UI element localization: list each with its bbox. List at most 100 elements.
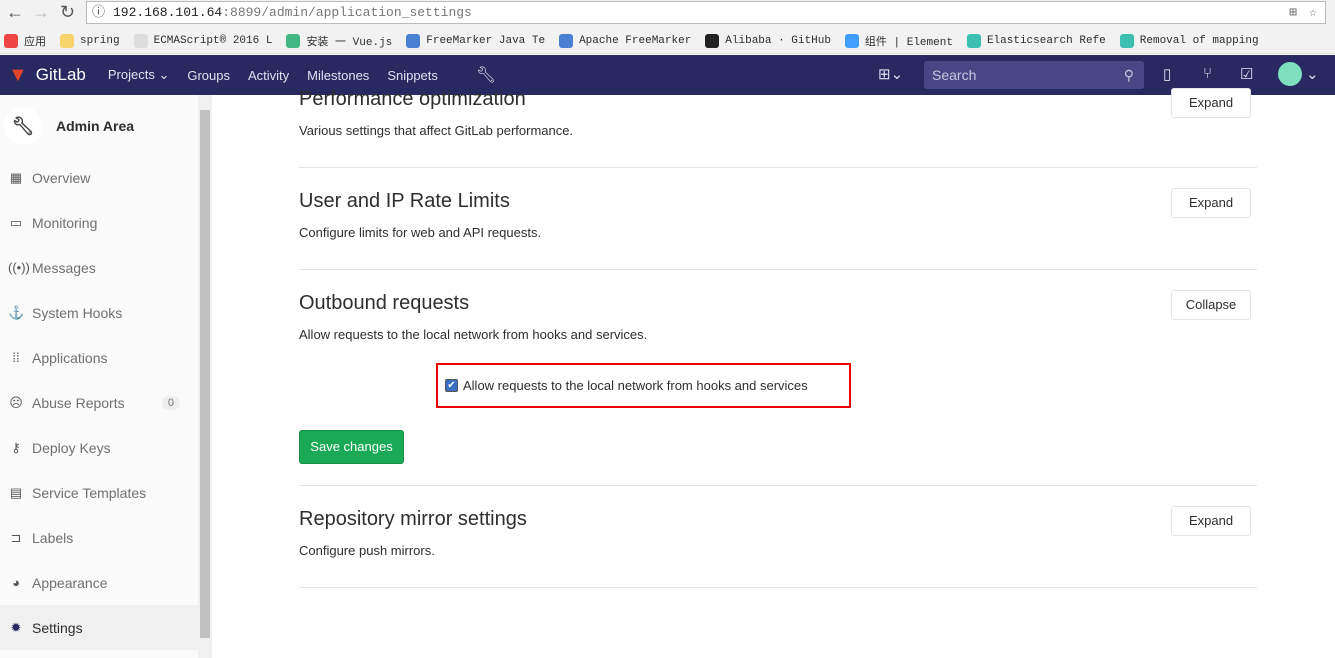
bookmark-item[interactable]: Apache FreeMarker xyxy=(559,33,691,48)
sidebar-item-label: Service Templates xyxy=(32,484,147,501)
section-desc: Configure push mirrors. xyxy=(299,543,435,558)
bookmark-item[interactable]: Removal of mapping xyxy=(1119,33,1259,48)
user-avatar[interactable] xyxy=(1278,62,1302,86)
bookmark-item[interactable]: spring xyxy=(60,33,120,48)
gitlab-logo[interactable]: ▼ GitLab xyxy=(8,64,86,87)
sidebar-item-label: Applications xyxy=(32,349,108,366)
expand-button[interactable]: Expand xyxy=(1171,506,1251,536)
allow-local-requests-checkbox[interactable]: ✔ xyxy=(445,379,458,392)
expand-button[interactable]: Expand xyxy=(1171,188,1251,218)
nav-snippets[interactable]: Snippets xyxy=(387,68,438,83)
sidebar-item-deploy-keys[interactable]: ⚷ Deploy Keys xyxy=(0,425,198,470)
bookmark-item[interactable]: Elasticsearch Refe xyxy=(966,33,1106,48)
merge-requests-icon[interactable]: ⑂ xyxy=(1203,65,1212,82)
sidebar-item-label: Overview xyxy=(32,169,91,186)
overview-icon: ▦ xyxy=(9,169,23,185)
checkbox-label[interactable]: Allow requests to the local network from… xyxy=(463,378,808,393)
bookmark-item[interactable]: 应用 xyxy=(4,33,46,49)
bookmark-label: spring xyxy=(80,34,120,47)
sidebar-item-messages[interactable]: ((•)) Messages xyxy=(0,245,198,290)
section-title: Outbound requests xyxy=(299,292,470,314)
bookmark-item[interactable]: FreeMarker Java Te xyxy=(406,33,546,48)
section-title: Performance optimization xyxy=(299,88,526,110)
scrollbar-thumb[interactable] xyxy=(200,110,210,638)
bookmark-label: Elasticsearch Refe xyxy=(986,34,1106,47)
bookmark-icon xyxy=(966,33,981,48)
sidebar-item-labels[interactable]: ⊐ Labels xyxy=(0,515,198,560)
sidebar-item-abuse-reports[interactable]: ☹ Abuse Reports 0 xyxy=(0,380,198,425)
sidebar-item-label: Monitoring xyxy=(32,214,98,231)
sidebar-item-overview[interactable]: ▦ Overview xyxy=(0,155,198,200)
applications-icon: ⁞⁞ xyxy=(12,350,20,365)
abuse-reports-icon: ☹ xyxy=(9,394,23,410)
reload-icon[interactable]: ↻ xyxy=(60,2,75,23)
search-icon: ⚲ xyxy=(1123,67,1134,83)
bookmark-label: FreeMarker Java Te xyxy=(426,34,546,47)
sidebar-item-settings[interactable]: ✹ Settings xyxy=(0,605,198,650)
sidebar-item-label: Deploy Keys xyxy=(32,439,111,456)
sidebar-item-label: System Hooks xyxy=(32,304,123,321)
section-desc: Allow requests to the local network from… xyxy=(299,327,648,342)
bookmark-icon xyxy=(1119,33,1134,48)
forward-icon[interactable]: → xyxy=(32,2,50,23)
expand-button[interactable]: Expand xyxy=(1171,88,1251,118)
bookmark-label: 安装 一 Vue.js xyxy=(306,36,393,49)
bookmark-label: 应用 xyxy=(24,36,46,49)
bookmark-label: Removal of mapping xyxy=(1139,34,1259,47)
bookmark-icon xyxy=(844,33,859,48)
settings-icon: ✹ xyxy=(10,619,22,635)
monitoring-icon: ▭ xyxy=(9,214,23,230)
sidebar-item-service-templates[interactable]: ▤ Service Templates xyxy=(0,470,198,515)
nav-projects[interactable]: Projects ⌄ xyxy=(108,67,169,83)
bookmark-item[interactable]: Alibaba · GitHub xyxy=(705,33,831,48)
new-dropdown-icon[interactable]: ⊞⌄ xyxy=(878,65,903,83)
nav-milestones[interactable]: Milestones xyxy=(307,68,369,83)
bookmark-icon xyxy=(559,33,574,48)
sidebar-item-appearance[interactable]: ◕ Appearance xyxy=(0,560,198,605)
section-desc: Configure limits for web and API request… xyxy=(299,225,542,240)
sidebar-item-system-hooks[interactable]: ⚓ System Hooks xyxy=(0,290,198,335)
translate-icon[interactable]: ⊞ xyxy=(1289,2,1297,23)
search-placeholder: Search xyxy=(932,67,977,83)
deploy-keys-icon: ⚷ xyxy=(11,439,21,455)
issues-icon[interactable]: ▯ xyxy=(1163,65,1171,83)
chevron-down-icon[interactable]: ⌄ xyxy=(1306,65,1319,83)
bookmark-item[interactable]: 安装 一 Vue.js xyxy=(286,33,392,49)
save-changes-button[interactable]: Save changes xyxy=(299,430,404,464)
sidebar-item-label: Settings xyxy=(32,619,83,636)
bookmark-item[interactable]: ECMAScript® 2016 L xyxy=(133,33,273,48)
bookmark-icon xyxy=(60,33,74,48)
info-icon: ⓘ xyxy=(92,5,106,20)
todos-icon[interactable]: ☑ xyxy=(1240,65,1253,83)
section-desc: Various settings that affect GitLab perf… xyxy=(299,123,574,138)
sidebar-item-label: Messages xyxy=(32,259,96,276)
sidebar-item-monitoring[interactable]: ▭ Monitoring xyxy=(0,200,198,245)
bookmark-item[interactable]: 组件 | Element xyxy=(844,33,953,49)
appearance-icon: ◕ xyxy=(12,575,20,590)
nav-groups[interactable]: Groups xyxy=(187,68,230,83)
sidebar-item-label: Appearance xyxy=(32,574,108,591)
url-host: 192.168.101.64 xyxy=(113,5,223,20)
messages-icon: ((•)) xyxy=(8,260,30,275)
back-icon[interactable]: ← xyxy=(6,2,24,23)
collapse-button[interactable]: Collapse xyxy=(1171,290,1251,320)
sidebar-item-applications[interactable]: ⁞⁞ Applications xyxy=(0,335,198,380)
search-input[interactable]: Search ⚲ xyxy=(924,61,1144,89)
bookmark-icon xyxy=(406,33,421,48)
count-badge: 0 xyxy=(161,395,180,410)
sidebar-title: Admin Area xyxy=(56,118,135,134)
star-icon[interactable]: ☆ xyxy=(1309,2,1317,23)
url-path: :8899/admin/application_settings xyxy=(222,5,472,20)
admin-area-header[interactable]: 🔧︎ Admin Area xyxy=(4,107,134,145)
section-title: Repository mirror settings xyxy=(299,508,527,530)
bookmark-label: ECMAScript® 2016 L xyxy=(153,34,273,47)
sidebar-item-label: Abuse Reports xyxy=(32,394,125,411)
section-rate-limits: User and IP Rate Limits Configure limits … xyxy=(299,188,1257,270)
bookmark-label: 组件 | Element xyxy=(864,36,953,49)
wrench-icon[interactable]: 🔧︎ xyxy=(476,65,496,85)
brand-name: GitLab xyxy=(35,65,86,84)
address-bar[interactable]: 192.168.101.64:8899/admin/application_se… xyxy=(86,1,1326,24)
bookmark-label: Alibaba · GitHub xyxy=(725,34,831,47)
service-templates-icon: ▤ xyxy=(9,484,23,500)
nav-activity[interactable]: Activity xyxy=(248,68,289,83)
